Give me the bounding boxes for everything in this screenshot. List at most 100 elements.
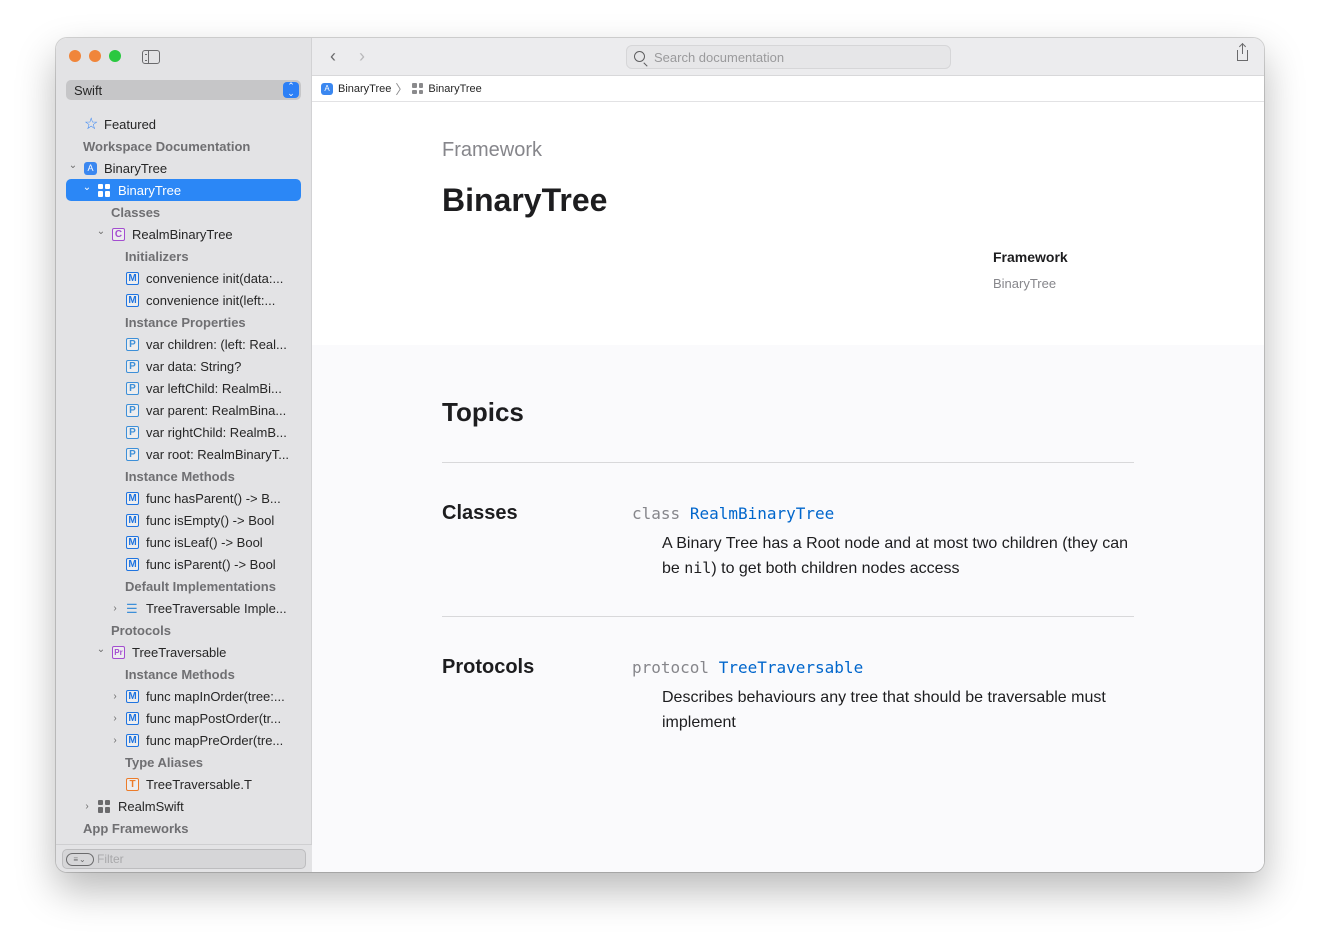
- sidebar-item-label: Instance Methods: [125, 468, 235, 484]
- sidebar-item-label: func isLeaf() -> Bool: [146, 534, 263, 550]
- class-link[interactable]: RealmBinaryTree: [690, 504, 835, 523]
- sidebar-item[interactable]: Mfunc hasParent() -> B...: [56, 487, 312, 509]
- sidebar-item[interactable]: ⌄ A BinaryTree: [56, 157, 312, 179]
- page-eyebrow: Framework: [442, 139, 543, 161]
- disclosure-collapsed-icon[interactable]: ›: [110, 735, 120, 746]
- disclosure-collapsed-icon[interactable]: ›: [110, 603, 120, 614]
- property-icon: P: [126, 403, 139, 417]
- divider: [442, 616, 1134, 617]
- sidebar-item-label: TreeTraversable Imple...: [146, 600, 287, 616]
- star-icon: ☆: [84, 115, 99, 133]
- framework-icon: [412, 83, 424, 94]
- sidebar-item-label: var leftChild: RealmBi...: [146, 380, 282, 396]
- sidebar-toggle-icon[interactable]: [142, 50, 160, 64]
- list-icon: ☰: [126, 600, 138, 616]
- minimize-window-button[interactable]: [89, 50, 101, 62]
- sidebar-item-label: Type Aliases: [125, 754, 204, 770]
- sidebar-item[interactable]: Mfunc isParent() -> Bool: [56, 553, 312, 575]
- sidebar-item-label: var root: RealmBinaryT...: [146, 446, 290, 462]
- sidebar-section-header: Classes: [56, 201, 312, 223]
- disclosure-expanded-icon[interactable]: ⌄: [82, 182, 92, 193]
- sidebar-item-label: Workspace Documentation: [83, 138, 251, 154]
- sidebar-item[interactable]: Mfunc isLeaf() -> Bool: [56, 531, 312, 553]
- sidebar-item[interactable]: Mconvenience init(left:...: [56, 289, 312, 311]
- sidebar-item[interactable]: Pvar data: String?: [56, 355, 312, 377]
- sidebar-item[interactable]: › Mfunc mapPreOrder(tre...: [56, 729, 312, 751]
- sidebar-item-label: func mapInOrder(tree:...: [146, 688, 285, 704]
- framework-icon: [98, 799, 111, 813]
- sidebar-item[interactable]: Pvar rightChild: RealmB...: [56, 421, 312, 443]
- filter-input[interactable]: ≡⌄ Filter: [62, 849, 306, 869]
- sidebar-item[interactable]: Pvar leftChild: RealmBi...: [56, 377, 312, 399]
- sidebar-section-header: Protocols: [56, 619, 312, 641]
- breadcrumb: A BinaryTree 〉 BinaryTree: [312, 76, 1264, 102]
- sidebar-item[interactable]: Mfunc isEmpty() -> Bool: [56, 509, 312, 531]
- topic-heading-protocols: Protocols: [442, 656, 535, 678]
- sidebar-item[interactable]: T TreeTraversable.T: [56, 773, 312, 795]
- breadcrumb-item-app[interactable]: A BinaryTree: [321, 82, 391, 95]
- disclosure-expanded-icon[interactable]: ⌄: [96, 226, 106, 237]
- sidebar-item[interactable]: Mconvenience init(data:...: [56, 267, 312, 289]
- sidebar-item[interactable]: Pvar children: (left: Real...: [56, 333, 312, 355]
- forward-button[interactable]: ›: [354, 46, 370, 66]
- sidebar-section-header: Instance Properties: [56, 311, 312, 333]
- sidebar-item-label: func mapPostOrder(tr...: [146, 710, 282, 726]
- method-icon: M: [126, 513, 139, 527]
- disclosure-collapsed-icon[interactable]: ›: [110, 691, 120, 702]
- search-placeholder: Search documentation: [654, 49, 785, 65]
- sidebar-item-label: TreeTraversable.T: [146, 776, 252, 792]
- method-icon: M: [126, 733, 139, 747]
- breadcrumb-item-framework[interactable]: BinaryTree: [412, 83, 482, 95]
- sidebar-item[interactable]: Pvar parent: RealmBina...: [56, 399, 312, 421]
- sidebar-item[interactable]: › Mfunc mapPostOrder(tr...: [56, 707, 312, 729]
- sidebar-item[interactable]: › RealmSwift: [56, 795, 312, 817]
- share-icon[interactable]: [1237, 44, 1248, 61]
- topic-heading-classes: Classes: [442, 502, 518, 524]
- sidebar-item-label: var parent: RealmBina...: [146, 402, 287, 418]
- method-icon: M: [126, 271, 139, 285]
- sidebar-item[interactable]: Pvar root: RealmBinaryT...: [56, 443, 312, 465]
- protocol-link[interactable]: TreeTraversable: [719, 658, 864, 677]
- sidebar-item-label: var rightChild: RealmB...: [146, 424, 287, 440]
- sidebar-item-label: RealmSwift: [118, 798, 184, 814]
- sidebar-item-label: var data: String?: [146, 358, 242, 374]
- sidebar-item[interactable]: ⌄ BinaryTree: [66, 179, 301, 201]
- protocol-abstract: Describes behaviours any tree that shoul…: [662, 685, 1142, 735]
- sidebar-section-header: Initializers: [56, 245, 312, 267]
- sidebar-item[interactable]: ⌄ Pr TreeTraversable: [56, 641, 312, 663]
- sidebar-item-label: convenience init(data:...: [146, 270, 284, 286]
- method-icon: M: [126, 535, 139, 549]
- sidebar-item[interactable]: ⌄ C RealmBinaryTree: [56, 223, 312, 245]
- back-button[interactable]: ‹: [325, 46, 341, 66]
- filter-options-icon[interactable]: ≡⌄: [66, 853, 94, 866]
- abstract-code: nil: [684, 559, 712, 577]
- sidebar-section-header: Type Aliases: [56, 751, 312, 773]
- sidebar-item-label: Initializers: [125, 248, 189, 264]
- sidebar-item-label: func isEmpty() -> Bool: [146, 512, 275, 528]
- sidebar-item-label: TreeTraversable: [132, 644, 227, 660]
- app-icon: A: [84, 161, 97, 175]
- chevron-right-icon: ›: [359, 46, 365, 66]
- disclosure-collapsed-icon[interactable]: ›: [82, 801, 92, 812]
- disclosure-collapsed-icon[interactable]: ›: [110, 713, 120, 724]
- disclosure-expanded-icon[interactable]: ⌄: [68, 160, 78, 171]
- method-icon: M: [126, 491, 139, 505]
- sidebar-item[interactable]: ☆ Featured: [56, 113, 312, 135]
- class-abstract: A Binary Tree has a Root node and at mos…: [662, 531, 1142, 581]
- language-select-value: Swift: [74, 82, 103, 98]
- property-icon: P: [126, 337, 139, 351]
- typealias-icon: T: [126, 777, 139, 791]
- toolbar: ‹ › Search documentation: [312, 38, 1264, 76]
- window-controls: [69, 50, 121, 62]
- method-icon: M: [126, 557, 139, 571]
- disclosure-expanded-icon[interactable]: ⌄: [96, 644, 106, 655]
- up-down-chevron-icon: ⌃ ⌄: [283, 82, 299, 98]
- close-window-button[interactable]: [69, 50, 81, 62]
- sidebar-item-label: Default Implementations: [125, 578, 276, 594]
- zoom-window-button[interactable]: [109, 50, 121, 62]
- topics-title: Topics: [442, 397, 524, 427]
- language-select[interactable]: Swift ⌃ ⌄: [66, 80, 301, 100]
- search-input[interactable]: Search documentation: [626, 45, 951, 69]
- sidebar-item[interactable]: › Mfunc mapInOrder(tree:...: [56, 685, 312, 707]
- sidebar-item[interactable]: › ☰ TreeTraversable Imple...: [56, 597, 312, 619]
